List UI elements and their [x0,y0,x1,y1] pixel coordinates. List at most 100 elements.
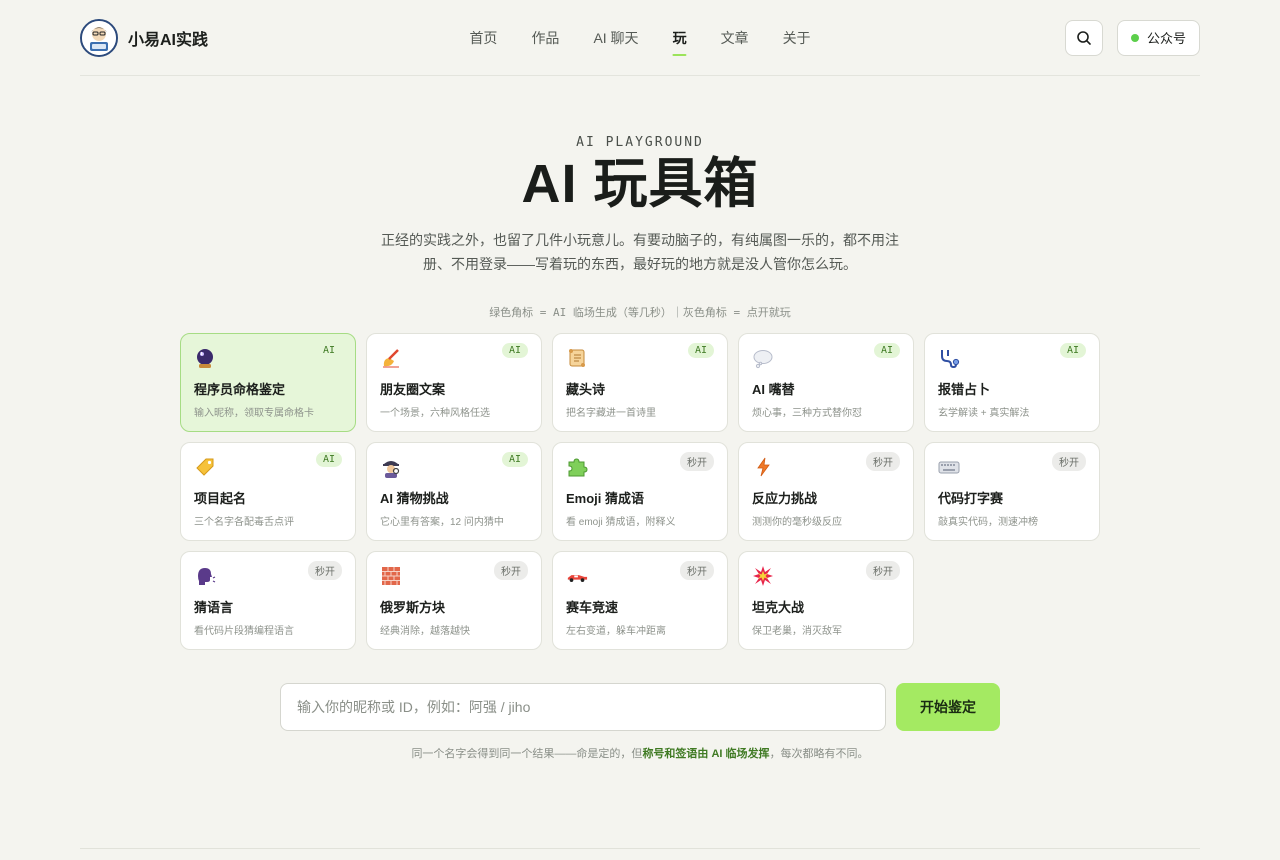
wechat-label: 公众号 [1146,31,1186,46]
toy-grid: AI 程序员命格鉴定 输入昵称，领取专属命格卡 AI 朋友圈文案 一个场景，六种… [180,333,1100,650]
hero-subtitle: 正经的实践之外，也留了几件小玩意儿。有要动脑子的，有纯属图一乐的，都不用注册、不… [381,232,899,272]
tag-legend: 绿色角标 = AI 临场生成（等几秒）｜灰色角标 = 点开就玩 [489,306,791,319]
brand-logo [80,18,118,57]
avatar-illustration-icon [82,20,116,55]
brand-name: 小易AI实践 [128,31,209,49]
toy-card-tetris[interactable]: 秒开 俄罗斯方块 经典消除，越落越快 [366,551,542,650]
toy-card-emoji-idiom[interactable]: 秒开 Emoji 猜成语 看 emoji 猜成语，附释义 [552,442,728,541]
toy-name: 反应力挑战 [752,491,818,506]
writing-hand-icon [380,347,402,369]
ai-tag: AI [322,345,335,356]
detective-icon [380,456,402,478]
toy-desc: 看 emoji 猜成语，附释义 [566,517,676,528]
toy-desc: 经典消除，越落越快 [380,626,470,637]
toy-card-error-divination[interactable]: AI 报错占卜 玄学解读 + 真实解法 [924,333,1100,432]
nickname-input[interactable] [280,683,886,731]
note-text-after: ，每次都略有不同。 [769,748,869,760]
ai-tag: AI [315,452,342,467]
instant-tag: 秒开 [680,452,714,471]
toy-desc: 测测你的毫秒级反应 [752,517,842,528]
toy-name: Emoji 猜成语 [566,491,645,506]
stethoscope-icon [938,347,960,369]
toy-desc: 三个名字各配毒舌点评 [194,517,294,528]
toy-name: 朋友圈文案 [380,382,446,397]
page-title: AI 玩具箱 [521,154,759,214]
instant-tag: 秒开 [680,561,714,580]
toy-name: AI 嘴替 [752,382,795,397]
hero-eyebrow: AI PLAYGROUND [576,135,704,150]
toy-card-programmer-fate[interactable]: AI 程序员命格鉴定 输入昵称，领取专属命格卡 [180,333,356,432]
ai-tag: AI [501,343,528,358]
toy-name: 俄罗斯方块 [380,600,446,615]
wechat-button[interactable]: 公众号 [1116,19,1200,56]
toy-card-code-typing[interactable]: 秒开 代码打字赛 敲真实代码，测速冲榜 [924,442,1100,541]
toy-desc: 看代码片段猜编程语言 [194,626,294,637]
nav-play[interactable]: 玩 [672,20,687,56]
search-icon [1077,30,1091,45]
toy-desc: 输入昵称，领取专属命格卡 [194,408,314,419]
toy-card-project-naming[interactable]: AI 项目起名 三个名字各配毒舌点评 [180,442,356,541]
main-nav: 首页 作品 AI 聊天 玩 文章 关于 [469,0,811,76]
brand[interactable]: 小易AI实践 [80,18,209,57]
ai-tag: AI [1059,343,1086,358]
ai-tag: AI [501,452,528,467]
nav-articles[interactable]: 文章 [721,20,749,56]
toy-name: 报错占卜 [938,382,991,397]
crystal-ball-icon [194,347,216,369]
toy-card-racing[interactable]: 秒开 赛车竞速 左右变道，躲车冲距离 [552,551,728,650]
race-car-icon [566,565,588,587]
toy-desc: 保卫老巢，消灭敌军 [752,626,842,637]
ai-tag: AI [687,343,714,358]
toy-card-ai-mouthpiece[interactable]: AI AI 嘴替 烦心事，三种方式替你怼 [738,333,914,432]
instant-tag: 秒开 [1052,452,1086,471]
toy-card-acrostic-poem[interactable]: AI 藏头诗 把名字藏进一首诗里 [552,333,728,432]
speech-bubble-icon [752,347,774,369]
instant-tag: 秒开 [308,561,342,580]
toy-desc: 烦心事，三种方式替你怼 [752,408,862,419]
nav-works[interactable]: 作品 [531,20,559,56]
ai-tag: AI [873,343,900,358]
instant-tag: 秒开 [866,561,900,580]
toy-desc: 敲真实代码，测速冲榜 [938,517,1038,528]
search-button[interactable] [1064,19,1103,56]
fate-form: 开始鉴定 [280,683,1000,731]
toy-desc: 玄学解读 + 真实解法 [938,408,1030,419]
nav-about[interactable]: 关于 [783,20,811,56]
start-appraisal-button[interactable]: 开始鉴定 [896,683,1000,731]
speaking-head-icon [194,565,216,587]
toy-name: 坦克大战 [752,600,805,615]
toy-card-moments-copy[interactable]: AI 朋友圈文案 一个场景，六种风格任选 [366,333,542,432]
toy-name: 藏头诗 [566,382,606,397]
toy-card-reaction-challenge[interactable]: 秒开 反应力挑战 测测你的毫秒级反应 [738,442,914,541]
instant-tag: 秒开 [494,561,528,580]
toy-card-guess-language[interactable]: 秒开 猜语言 看代码片段猜编程语言 [180,551,356,650]
toy-desc: 左右变道，躲车冲距离 [566,626,666,637]
brick-icon [380,565,402,587]
site-header: 小易AI实践 首页 作品 AI 聊天 玩 文章 关于 公众号 [80,0,1200,76]
keyboard-icon [938,456,960,478]
toy-card-ai-guess-challenge[interactable]: AI AI 猜物挑战 它心里有答案，12 问内猜中 [366,442,542,541]
toy-name: 赛车竞速 [566,600,619,615]
toy-desc: 把名字藏进一首诗里 [566,408,656,419]
toy-name: 项目起名 [194,491,247,506]
toy-card-tank-battle[interactable]: 秒开 坦克大战 保卫老巢，消灭敌军 [738,551,914,650]
toy-desc: 它心里有答案，12 问内猜中 [380,517,504,528]
footer-divider [80,848,1200,849]
toy-name: 程序员命格鉴定 [194,382,286,397]
scroll-icon [566,347,588,369]
form-note: 同一个名字会得到同一个结果——命是定的，但称号和签语由 AI 临场发挥，每次都略… [80,745,1200,761]
nav-home[interactable]: 首页 [469,20,497,56]
nav-ai-chat[interactable]: AI 聊天 [593,20,638,56]
header-actions: 公众号 [1064,19,1200,56]
instant-tag: 秒开 [866,452,900,471]
label-tag-icon [194,456,216,478]
status-dot [1130,33,1139,42]
toy-desc: 一个场景，六种风格任选 [380,408,490,419]
toy-name: AI 猜物挑战 [380,491,449,506]
puzzle-icon [566,456,588,478]
note-highlight: 称号和签语由 AI 临场发挥 [642,748,770,760]
toy-name: 代码打字赛 [938,491,1004,506]
lightning-icon [752,456,774,478]
note-text-before: 同一个名字会得到同一个结果——命是定的，但 [411,748,643,760]
toy-name: 猜语言 [194,600,234,615]
